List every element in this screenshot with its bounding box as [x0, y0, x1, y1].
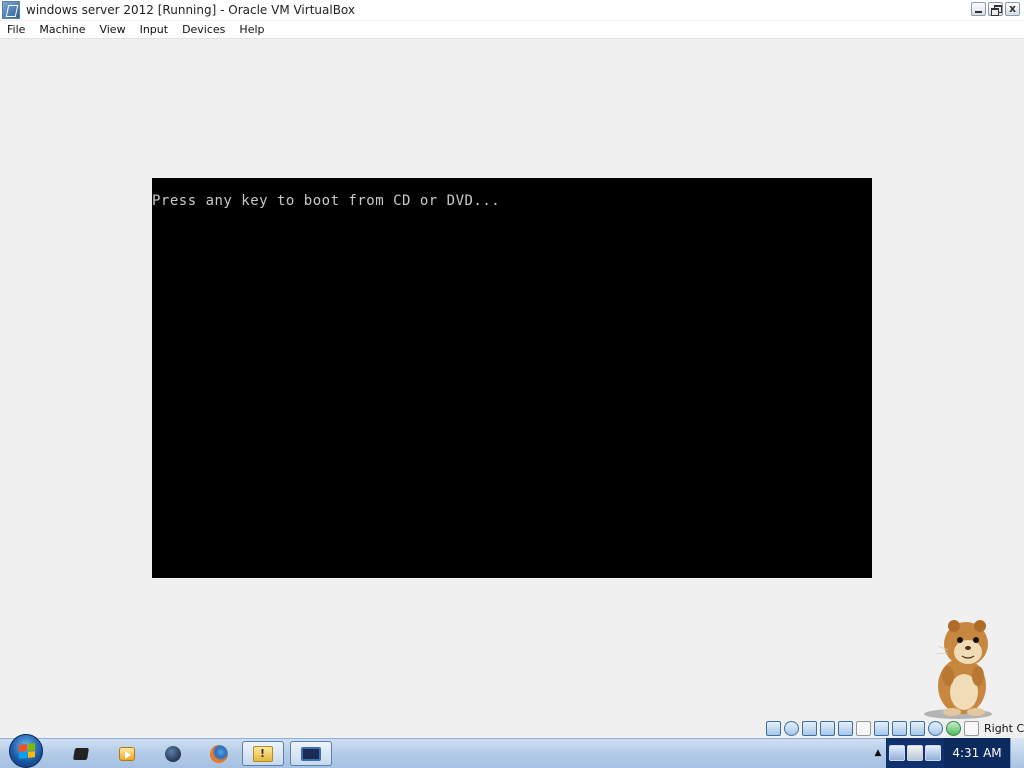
desktop-screen: windows server 2012 [Running] - Oracle V… [0, 0, 1024, 768]
taskbar-app-firefox[interactable] [198, 741, 240, 766]
minimize-button[interactable] [971, 2, 986, 16]
audio-icon[interactable] [802, 720, 817, 736]
additions-icon[interactable] [946, 720, 961, 736]
menu-input[interactable]: Input [133, 23, 175, 36]
volume-tray-icon[interactable] [907, 745, 923, 761]
clock[interactable]: 4:31 AM [944, 738, 1010, 768]
hard-disk-icon[interactable] [766, 720, 781, 736]
menu-help[interactable]: Help [232, 23, 271, 36]
hamster-mascot[interactable] [918, 614, 1008, 720]
taskbar-app-virtualbox[interactable] [290, 741, 332, 766]
taskbar-app-globe[interactable] [152, 741, 194, 766]
boot-message: Press any key to boot from CD or DVD... [152, 193, 501, 209]
network-icon[interactable] [820, 720, 835, 736]
show-desktop-button[interactable] [1010, 738, 1024, 768]
menu-devices[interactable]: Devices [175, 23, 232, 36]
close-button[interactable]: x [1005, 2, 1020, 16]
taskbar-app-media[interactable] [106, 741, 148, 766]
globe-app-icon [165, 745, 181, 762]
media-player-icon [119, 746, 135, 761]
windows-logo-icon [9, 734, 43, 768]
cpu-icon[interactable] [928, 720, 943, 736]
menu-machine[interactable]: Machine [32, 23, 92, 36]
taskbar-app-cube[interactable] [60, 741, 102, 766]
network-tray-icon[interactable] [889, 745, 905, 761]
system-tray: ▲ 4:31 AM [870, 738, 1024, 768]
virtualbox-icon[interactable] [2, 1, 20, 19]
usb-icon[interactable] [838, 720, 853, 736]
display-icon[interactable] [874, 720, 889, 736]
restore-button[interactable] [988, 2, 1003, 16]
virtualbox-icon [301, 746, 321, 761]
vm-display[interactable]: Press any key to boot from CD or DVD... [152, 178, 872, 578]
shared-folders-icon[interactable] [856, 720, 871, 736]
vm-status-bar: Right Ctrl [766, 718, 1024, 738]
window-controls: x [971, 2, 1020, 16]
start-button[interactable] [6, 734, 46, 768]
host-key-label: Right Ctrl [984, 721, 1024, 735]
folder-icon [253, 745, 273, 762]
capture-keyboard-icon[interactable] [964, 720, 979, 736]
taskbar-app-explorer[interactable] [242, 741, 284, 766]
mouse-integration-icon[interactable] [910, 720, 925, 736]
window-titlebar[interactable]: windows server 2012 [Running] - Oracle V… [0, 0, 1024, 20]
window-title: windows server 2012 [Running] - Oracle V… [26, 3, 355, 17]
cube-app-icon [72, 747, 90, 760]
tray-expand-button[interactable]: ▲ [870, 738, 886, 768]
video-capture-icon[interactable] [892, 720, 907, 736]
tray-icons [886, 738, 944, 768]
menu-view[interactable]: View [92, 23, 132, 36]
menu-bar: File Machine View Input Devices Help [0, 21, 1024, 39]
firefox-icon [210, 744, 228, 763]
menu-file[interactable]: File [0, 23, 32, 36]
optical-drive-icon[interactable] [784, 720, 799, 736]
action-center-tray-icon[interactable] [925, 745, 941, 761]
